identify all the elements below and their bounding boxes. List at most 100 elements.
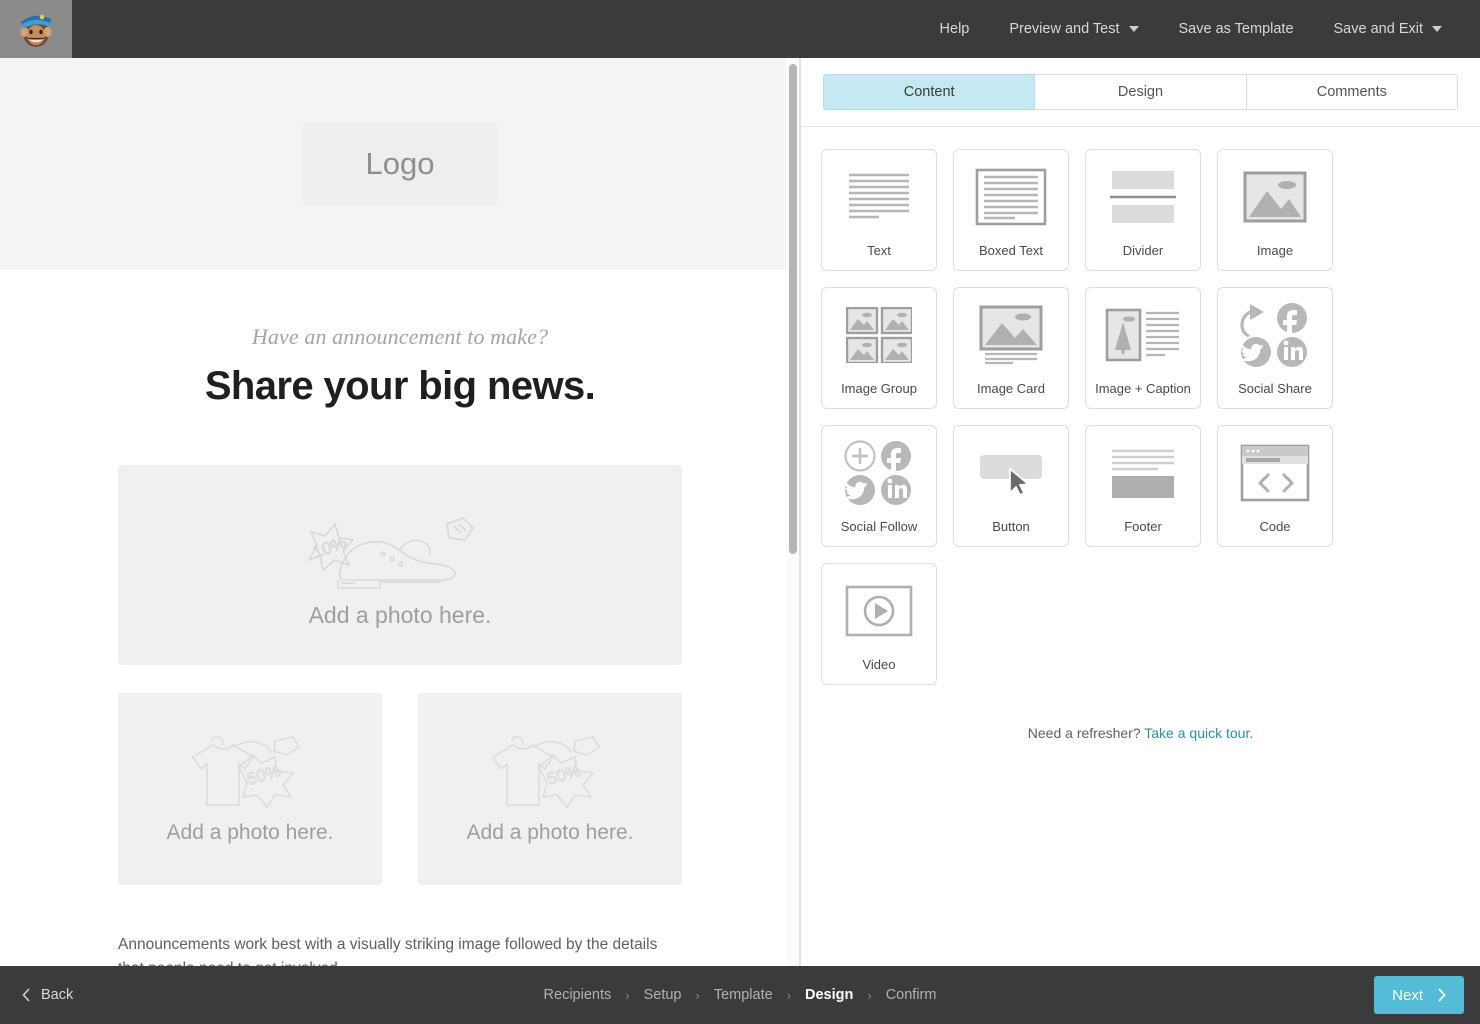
boxed-text-icon — [954, 150, 1068, 244]
preview-scrollbar-thumb[interactable] — [789, 64, 797, 554]
block-tile-image-caption[interactable]: Image + Caption — [1085, 287, 1201, 409]
block-tile-label: Code — [1259, 520, 1290, 546]
social-share-icon — [1218, 288, 1332, 382]
block-tile-label: Video — [862, 658, 895, 684]
email-preview-pane[interactable]: Logo Have an announcement to make? Share… — [0, 58, 800, 966]
block-tile-divider[interactable]: Divider — [1085, 149, 1201, 271]
chevron-left-icon — [22, 988, 31, 1002]
svg-text:50%: 50% — [545, 761, 583, 789]
preview-and-test-menu[interactable]: Preview and Test — [989, 0, 1158, 58]
chevron-down-icon — [1432, 26, 1442, 32]
block-tile-social-share[interactable]: Social Share — [1217, 287, 1333, 409]
logo-placeholder[interactable]: Logo — [302, 123, 498, 205]
save-and-exit-label: Save and Exit — [1334, 21, 1423, 37]
step-setup[interactable]: Setup — [644, 987, 682, 1003]
save-as-template-label: Save as Template — [1179, 21, 1294, 37]
block-tile-label: Button — [992, 520, 1030, 546]
step-separator-icon: › — [867, 988, 871, 1003]
refresher-hint: Need a refresher? Take a quick tour. — [801, 725, 1480, 741]
image-icon — [1218, 150, 1332, 244]
tab-content-label: Content — [904, 84, 955, 100]
bottom-toolbar: Back Recipients › Setup › Template › Des… — [0, 966, 1480, 1024]
step-template[interactable]: Template — [714, 987, 773, 1003]
email-body: Have an announcement to make? Share your… — [0, 270, 800, 966]
help-button[interactable]: Help — [920, 0, 990, 58]
headline-text[interactable]: Share your big news. — [118, 364, 682, 409]
image-placeholder-row: 50% Add a photo here. 50% — [118, 693, 682, 885]
image-placeholder-caption: Add a photo here. — [467, 821, 634, 845]
step-confirm[interactable]: Confirm — [886, 987, 937, 1003]
preview-scrollbar[interactable] — [786, 58, 800, 966]
block-tile-image[interactable]: Image — [1217, 149, 1333, 271]
image-group-icon — [822, 288, 936, 382]
content-panel: Content Design Comments Text — [800, 58, 1480, 966]
block-tile-label: Divider — [1123, 244, 1163, 270]
step-separator-icon: › — [787, 988, 791, 1003]
svg-text:10%: 10% — [310, 533, 348, 562]
back-button[interactable]: Back — [0, 987, 93, 1003]
step-recipients[interactable]: Recipients — [544, 987, 612, 1003]
block-tile-image-card[interactable]: Image Card — [953, 287, 1069, 409]
body-copy-text[interactable]: Announcements work best with a visually … — [118, 933, 682, 966]
email-logo-block[interactable]: Logo — [0, 58, 800, 270]
block-tile-label: Image Group — [841, 382, 917, 408]
save-as-template-button[interactable]: Save as Template — [1159, 0, 1314, 58]
block-tile-code[interactable]: Code — [1217, 425, 1333, 547]
preview-and-test-label: Preview and Test — [1009, 21, 1119, 37]
next-button[interactable]: Next — [1374, 976, 1464, 1014]
code-window-icon — [1218, 426, 1332, 520]
block-tile-footer[interactable]: Footer — [1085, 425, 1201, 547]
wizard-steps: Recipients › Setup › Template › Design ›… — [544, 987, 937, 1003]
freddie-glyph — [15, 8, 57, 50]
chevron-right-icon — [1437, 988, 1446, 1002]
image-placeholder-right[interactable]: 50% Add a photo here. — [418, 693, 682, 885]
back-label: Back — [41, 987, 73, 1003]
block-tile-label: Social Share — [1238, 382, 1312, 408]
block-tile-boxed-text[interactable]: Boxed Text — [953, 149, 1069, 271]
chevron-down-icon — [1129, 26, 1139, 32]
block-tile-label: Boxed Text — [979, 244, 1043, 270]
tab-design-label: Design — [1118, 84, 1163, 100]
tab-comments-label: Comments — [1317, 84, 1387, 100]
panel-tabs: Content Design Comments — [801, 58, 1480, 110]
block-tile-label: Image + Caption — [1095, 382, 1191, 408]
tab-design[interactable]: Design — [1035, 74, 1246, 110]
eyebrow-text[interactable]: Have an announcement to make? — [118, 324, 682, 350]
block-tile-button[interactable]: Button — [953, 425, 1069, 547]
block-tile-social-follow[interactable]: Social Follow — [821, 425, 937, 547]
image-card-icon — [954, 288, 1068, 382]
refresher-text: Need a refresher? — [1028, 725, 1144, 741]
share-arrow-icon — [1242, 304, 1264, 336]
social-follow-icon — [822, 426, 936, 520]
content-block-grid: Text Boxed Text — [801, 127, 1480, 685]
block-tile-label: Social Follow — [841, 520, 918, 546]
block-tile-label: Image — [1257, 244, 1293, 270]
help-label: Help — [940, 21, 970, 37]
tshirt-discount-illustration-icon: 50% — [475, 733, 625, 817]
block-tile-video[interactable]: Video — [821, 563, 937, 685]
video-play-icon — [822, 564, 936, 658]
block-tile-text[interactable]: Text — [821, 149, 937, 271]
top-nav: Help Preview and Test Save as Template S… — [920, 0, 1480, 58]
tab-comments[interactable]: Comments — [1247, 74, 1458, 110]
button-cursor-icon — [954, 426, 1068, 520]
take-a-quick-tour-link[interactable]: Take a quick tour. — [1144, 725, 1253, 741]
save-and-exit-menu[interactable]: Save and Exit — [1314, 0, 1462, 58]
block-tile-label: Image Card — [977, 382, 1045, 408]
image-placeholder-caption: Add a photo here. — [167, 821, 334, 845]
step-separator-icon: › — [625, 988, 629, 1003]
image-placeholder-hero[interactable]: 10% Add a photo here. — [118, 465, 682, 665]
footer-icon — [1086, 426, 1200, 520]
step-separator-icon: › — [695, 988, 699, 1003]
image-placeholder-left[interactable]: 50% Add a photo here. — [118, 693, 382, 885]
block-tile-image-group[interactable]: Image Group — [821, 287, 937, 409]
divider-icon — [1086, 150, 1200, 244]
tab-content[interactable]: Content — [823, 74, 1035, 110]
step-design[interactable]: Design — [805, 987, 853, 1003]
shoe-discount-illustration-icon: 10% — [295, 502, 505, 594]
svg-text:50%: 50% — [245, 761, 283, 789]
tshirt-discount-illustration-icon: 50% — [175, 733, 325, 817]
plus-icon — [852, 448, 868, 464]
block-tile-label: Footer — [1124, 520, 1162, 546]
mailchimp-freddie-logo-icon[interactable] — [0, 0, 72, 58]
